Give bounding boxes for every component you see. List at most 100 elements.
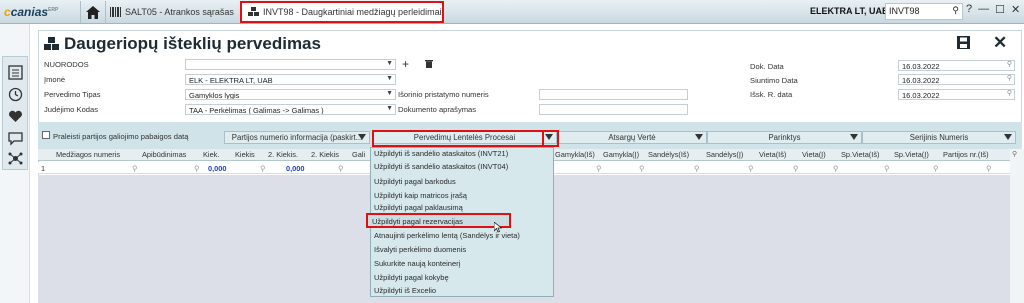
search-icon[interactable]: ⚲ [1007, 90, 1012, 97]
minimize-icon[interactable]: — [978, 3, 989, 16]
search-icon[interactable]: ⚲ [748, 164, 753, 173]
col-header[interactable]: Sp.Vieta(Į) [894, 150, 929, 159]
col-header[interactable]: Kiekis [235, 150, 255, 159]
menu-item[interactable]: Užpildyti pagal barkodus [374, 177, 456, 186]
col-header[interactable]: Sp.Vieta(Iš) [841, 150, 879, 159]
search-icon[interactable]: ⚲ [596, 164, 601, 173]
tab-invt98[interactable]: INVT98 - Daugkartiniai medžiagų perleidi… [240, 1, 444, 23]
row-number: 1 [41, 164, 46, 173]
judejimo-kodas-value: TAA - Perkėlimas ( Galimas -> Galimas ) [189, 106, 324, 115]
chevron-down-icon: ▼ [386, 60, 393, 67]
save-icon[interactable] [957, 36, 970, 49]
search-icon[interactable]: ⚲ [884, 164, 889, 173]
tab-salt05[interactable]: SALT05 - Atrankos sąrašas [110, 4, 234, 20]
search-value: INVT98 [889, 6, 920, 16]
network-icon[interactable] [8, 151, 23, 166]
list-icon[interactable] [8, 65, 23, 80]
imone-select[interactable]: ELK - ELEKTRA LT, UAB ▼ [185, 74, 396, 85]
close-icon[interactable]: ✕ [993, 33, 1007, 53]
favorite-heart-icon[interactable] [8, 109, 23, 124]
col-header[interactable]: Vieta(Į) [802, 150, 826, 159]
dok-data-input[interactable]: 16.03.2022 ⚲ [898, 60, 1015, 71]
col-header[interactable]: Vieta(Iš) [759, 150, 786, 159]
search-icon[interactable]: ⚲ [1012, 150, 1017, 158]
chevron-down-icon [1004, 134, 1012, 140]
issk-input[interactable]: 16.03.2022 ⚲ [898, 89, 1015, 100]
comment-icon[interactable] [8, 131, 23, 146]
col-header[interactable]: Gamykla(Iš) [555, 150, 595, 159]
search-icon[interactable]: ⚲ [986, 164, 991, 173]
highlight-procesai-tab [372, 130, 559, 147]
siuntimo-value: 16.03.2022 [902, 76, 940, 85]
col-header[interactable]: Gali [352, 150, 365, 159]
pervedimo-tipas-select[interactable]: Gamyklos lygis ▼ [185, 89, 396, 100]
logo-text: canias [10, 5, 49, 19]
tab-partijos[interactable]: Partijos numerio informacija (paskirt... [224, 131, 370, 144]
add-icon[interactable]: + [402, 57, 409, 71]
search-icon[interactable]: ⚲ [260, 164, 265, 173]
search-icon[interactable]: ⚲ [194, 164, 199, 173]
menu-item[interactable]: Užpildyti iš Excelio [374, 286, 436, 295]
tab-partijos-label: Partijos numerio informacija (paskirt... [231, 133, 363, 142]
search-icon[interactable]: ⚲ [338, 164, 343, 173]
menu-item[interactable]: Užpildyti iš sandėlio ataskaitos (INVT21… [374, 149, 508, 158]
tab-serijinis[interactable]: Serijinis Numeris [862, 131, 1016, 144]
home-button[interactable] [80, 1, 106, 23]
transaction-search-input[interactable]: INVT98 ⚲ [885, 3, 963, 20]
chevron-down-icon: ▼ [386, 105, 393, 112]
menu-item[interactable]: Užpildyti pagal paklausimą [374, 203, 463, 212]
tab-parinktys-label: Parinktys [768, 133, 801, 142]
history-icon[interactable] [8, 87, 23, 102]
trash-icon[interactable] [425, 59, 433, 68]
search-icon[interactable]: ⚲ [793, 164, 798, 173]
menu-item[interactable]: Sukurkite naują konteinerį [374, 259, 460, 268]
menu-item[interactable]: Užpildyti pagal kokybę [374, 273, 449, 282]
siuntimo-input[interactable]: 16.03.2022 ⚲ [898, 74, 1015, 85]
col-header[interactable]: Apibūdinimas [142, 150, 186, 159]
judejimo-kodas-select[interactable]: TAA - Perkėlimas ( Galimas -> Galimas ) ▼ [185, 104, 396, 115]
nuorodos-select[interactable]: ▼ [185, 59, 396, 70]
close-window-icon[interactable]: ✕ [1011, 3, 1020, 16]
col-header[interactable]: Partijos nr.(Iš) [943, 150, 989, 159]
col-header[interactable]: Kiek. [203, 150, 219, 159]
help-icon[interactable]: ? [966, 3, 972, 16]
tab-serijinis-label: Serijinis Numeris [909, 133, 969, 142]
search-icon[interactable]: ⚲ [833, 164, 838, 173]
maximize-icon[interactable]: ☐ [995, 3, 1005, 16]
col-header[interactable]: Medžiagos numeris [56, 150, 120, 159]
logo-sup: ERP [48, 7, 59, 13]
imone-label: Įmonė [44, 75, 66, 84]
isorinio-input[interactable] [539, 89, 688, 100]
search-icon[interactable]: ⚲ [132, 164, 137, 173]
kiekis2-value[interactable]: 0,000 [286, 164, 305, 173]
col-header[interactable]: Sandėlys(Į) [706, 150, 743, 159]
boxes-icon [248, 6, 259, 16]
kiek-value[interactable]: 0,000 [208, 164, 227, 173]
tab-atsargu-verte[interactable]: Atsargų Vertė [557, 131, 707, 144]
skip-expiry-checkbox[interactable] [42, 131, 50, 139]
grid-side-strip: ⚲ [1010, 149, 1024, 303]
tab-parinktys[interactable]: Parinktys [707, 131, 862, 144]
dokumento-label: Dokumento aprašymas [398, 105, 477, 114]
search-icon[interactable]: ⚲ [952, 5, 959, 16]
search-icon[interactable]: ⚲ [1007, 61, 1012, 68]
tab-label: SALT05 - Atrankos sąrašas [125, 7, 234, 17]
menu-item-selected[interactable]: Užpildyti pagal rezervacijas [372, 217, 463, 226]
boxes-icon [44, 37, 59, 50]
search-icon[interactable]: ⚲ [933, 164, 938, 173]
search-icon[interactable]: ⚲ [694, 164, 699, 173]
chevron-down-icon [695, 134, 703, 140]
menu-item[interactable]: Užpildyti iš sandėlio ataskaitos (INVT04… [374, 162, 508, 171]
col-header[interactable]: 2. Kiekis. [268, 150, 298, 159]
app-logo: ccaniasERP [4, 5, 59, 19]
col-header[interactable]: 2. Kiekis [311, 150, 339, 159]
menu-item[interactable]: Išvalyti perkėlimo duomenis [374, 245, 466, 254]
menu-item[interactable]: Užpildyti kaip matricos įrašą [374, 191, 467, 200]
left-toolbar [2, 56, 28, 170]
company-name: ELEKTRA LT, UAB [810, 6, 889, 16]
dokumento-input[interactable] [539, 104, 688, 115]
search-icon[interactable]: ⚲ [1007, 75, 1012, 82]
col-header[interactable]: Sandėlys(Iš) [648, 150, 689, 159]
col-header[interactable]: Gamykla(Į) [603, 150, 639, 159]
search-icon[interactable]: ⚲ [639, 164, 644, 173]
